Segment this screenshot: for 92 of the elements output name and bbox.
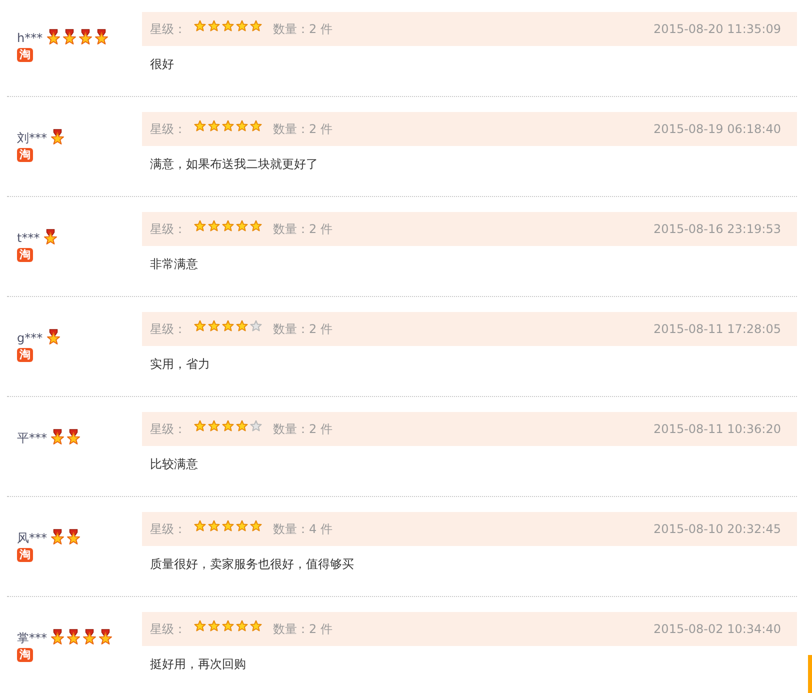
star-icon xyxy=(222,220,234,232)
star-icon xyxy=(222,320,234,332)
review-date: 2015-08-16 23:19:53 xyxy=(654,222,781,236)
rating-label: 星级： xyxy=(150,420,186,438)
star-medal-icon xyxy=(66,629,81,645)
star-icon xyxy=(208,320,220,332)
shop-badge: 淘 xyxy=(17,148,33,162)
quantity-text: 数量：2 件 xyxy=(273,420,332,438)
star-icon xyxy=(194,20,206,32)
star-medal-icon xyxy=(94,29,109,45)
star-icon xyxy=(194,420,206,432)
star-medal-icon xyxy=(46,329,61,345)
star-icon xyxy=(236,220,248,232)
star-icon xyxy=(222,620,234,632)
star-medal-icon xyxy=(50,429,65,445)
rating-label: 星级： xyxy=(150,20,186,38)
rating-label: 星级： xyxy=(150,620,186,638)
quantity-text: 数量：2 件 xyxy=(273,620,332,638)
shop-badge: 淘 xyxy=(17,248,33,262)
review-comment: 挺好用，再次回购 xyxy=(149,657,247,671)
star-icon xyxy=(222,20,234,32)
review-date: 2015-08-11 17:28:05 xyxy=(654,322,781,336)
star-icon xyxy=(194,620,206,632)
review-comment: 比较满意 xyxy=(149,457,199,471)
review-comment: 非常满意 xyxy=(149,257,199,271)
review-date: 2015-08-11 10:36:20 xyxy=(654,422,781,436)
star-medal-icon xyxy=(82,629,97,645)
star-icon xyxy=(250,120,262,132)
user-name: g*** xyxy=(17,331,43,345)
quantity-text: 数量：2 件 xyxy=(273,220,332,238)
star-medal-icon xyxy=(50,529,65,545)
star-icon xyxy=(236,520,248,532)
review-date: 2015-08-20 11:35:09 xyxy=(654,22,781,36)
user-name: 刘*** xyxy=(17,131,47,145)
star-medal-icon xyxy=(42,229,58,245)
star-medal-icon xyxy=(46,29,61,45)
star-icon xyxy=(194,220,206,232)
star-medal-icon xyxy=(66,429,81,445)
rating-label: 星级： xyxy=(150,220,186,238)
review-date: 2015-08-02 10:34:40 xyxy=(654,622,781,636)
empty-star-icon xyxy=(250,420,262,432)
star-icon xyxy=(222,520,234,532)
star-icon xyxy=(208,520,220,532)
star-medal-icon xyxy=(66,529,81,545)
star-medal-icon xyxy=(62,29,77,45)
star-icon xyxy=(222,120,234,132)
review-date: 2015-08-19 06:18:40 xyxy=(654,122,781,136)
review-comment: 实用，省力 xyxy=(149,357,211,371)
star-icon xyxy=(208,120,220,132)
star-medal-icon xyxy=(78,29,93,45)
star-icon xyxy=(250,20,262,32)
user-name: h*** xyxy=(17,31,43,45)
star-icon xyxy=(236,320,248,332)
star-icon xyxy=(236,120,248,132)
quantity-text: 数量：2 件 xyxy=(273,20,332,38)
quantity-text: 数量：2 件 xyxy=(273,320,332,338)
rating-label: 星级： xyxy=(150,320,186,338)
star-icon xyxy=(250,520,262,532)
star-icon xyxy=(194,120,206,132)
user-name: 风*** xyxy=(17,531,47,545)
user-name: 掌*** xyxy=(17,631,47,645)
user-name: 平*** xyxy=(17,431,47,445)
review-comment: 质量很好，卖家服务也很好，值得够买 xyxy=(149,557,355,571)
star-medal-icon xyxy=(50,129,65,145)
quantity-text: 数量：4 件 xyxy=(273,520,332,538)
empty-star-icon xyxy=(250,320,262,332)
star-icon xyxy=(236,420,248,432)
star-icon xyxy=(208,420,220,432)
review-comment: 很好 xyxy=(149,57,175,71)
star-icon xyxy=(250,220,262,232)
star-icon xyxy=(194,520,206,532)
star-icon xyxy=(222,420,234,432)
review-date: 2015-08-10 20:32:45 xyxy=(654,522,781,536)
star-icon xyxy=(194,320,206,332)
rating-label: 星级： xyxy=(150,120,186,138)
star-icon xyxy=(236,20,248,32)
star-icon xyxy=(208,20,220,32)
star-icon xyxy=(250,620,262,632)
shop-badge: 淘 xyxy=(17,348,33,362)
shop-badge: 淘 xyxy=(17,548,33,562)
quantity-text: 数量：2 件 xyxy=(273,120,332,138)
star-medal-icon xyxy=(98,629,113,645)
rating-label: 星级： xyxy=(150,520,186,538)
user-name: t*** xyxy=(17,231,40,245)
side-tab[interactable] xyxy=(808,655,812,693)
star-medal-icon xyxy=(50,629,65,645)
star-icon xyxy=(208,620,220,632)
shop-badge: 淘 xyxy=(17,648,33,662)
star-icon xyxy=(236,620,248,632)
star-icon xyxy=(208,220,220,232)
shop-badge: 淘 xyxy=(17,48,33,62)
review-comment: 满意，如果布送我二块就更好了 xyxy=(149,157,319,171)
